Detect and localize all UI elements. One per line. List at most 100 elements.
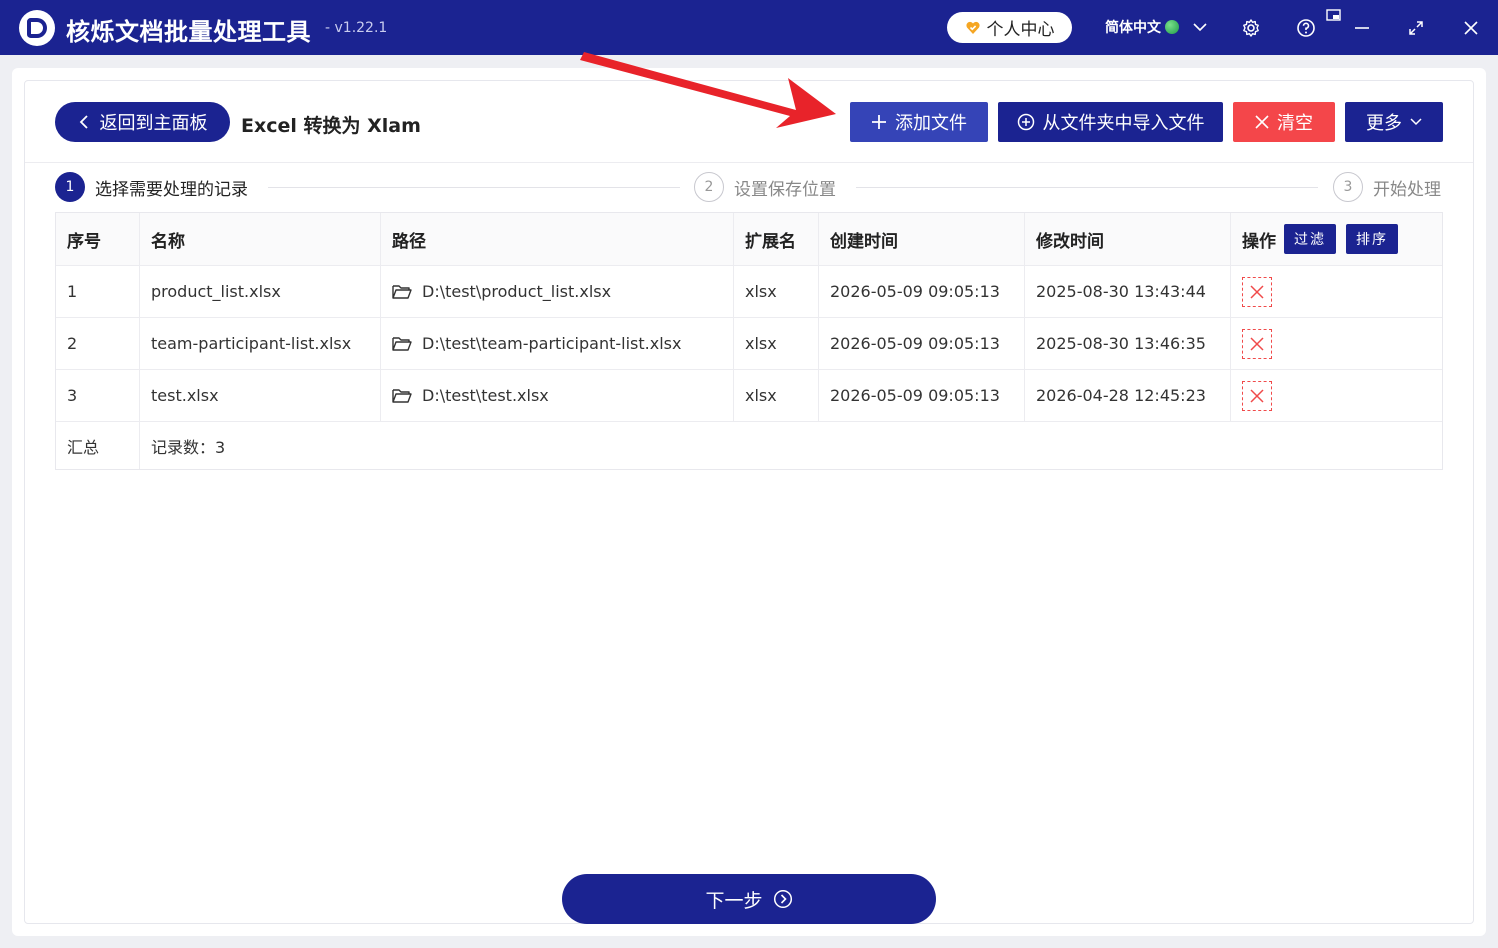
import-folder-button[interactable]: 从文件夹中导入文件 — [998, 102, 1223, 142]
delete-row-button[interactable] — [1242, 328, 1272, 359]
step-label: 设置保存位置 — [734, 179, 836, 200]
delete-icon — [1250, 336, 1264, 351]
language-selector[interactable]: 简体中文 — [1105, 17, 1209, 37]
help-button[interactable] — [1292, 14, 1320, 42]
user-center-label: 个人中心 — [986, 20, 1055, 40]
app-logo-icon — [19, 10, 55, 46]
folder-icon — [392, 284, 412, 299]
cell-name: test.xlsx — [140, 370, 381, 421]
sort-button[interactable]: 排序 — [1346, 224, 1398, 254]
cell-name: product_list.xlsx — [140, 266, 381, 317]
close-icon — [1464, 21, 1478, 35]
step-number: 3 — [1333, 172, 1363, 202]
circle-plus-icon — [1017, 113, 1034, 131]
col-ext: 扩展名 — [734, 213, 819, 265]
cell-actions — [1231, 370, 1442, 421]
content-panel — [24, 80, 1474, 924]
back-to-main-button[interactable]: 返回到主面板 — [55, 102, 230, 142]
col-created: 创建时间 — [819, 213, 1025, 265]
file-table: 序号 名称 路径 扩展名 创建时间 修改时间 操作 过滤 排序 1 produc… — [55, 212, 1443, 470]
minimize-icon — [1355, 27, 1369, 29]
cell-index: 1 — [56, 266, 140, 317]
heart-badge-icon — [965, 21, 980, 34]
cell-index: 2 — [56, 318, 140, 369]
cell-created: 2026-05-09 09:05:13 — [819, 266, 1025, 317]
settings-button[interactable] — [1237, 14, 1265, 42]
language-label: 简体中文 — [1105, 20, 1161, 36]
cell-created: 2026-05-09 09:05:13 — [819, 370, 1025, 421]
clear-button[interactable]: 清空 — [1233, 102, 1335, 142]
col-actions: 操作 过滤 排序 — [1231, 213, 1442, 265]
minimize-button[interactable] — [1348, 14, 1376, 42]
chevron-left-icon — [79, 115, 88, 129]
col-index: 序号 — [56, 213, 140, 265]
gear-icon — [1243, 19, 1259, 37]
summary-value: 记录数：3 — [151, 437, 226, 457]
x-icon — [1255, 115, 1269, 129]
table-row[interactable]: 2 team-participant-list.xlsx D:\test\tea… — [56, 318, 1442, 370]
actions-label: 操作 — [1242, 231, 1276, 252]
path-text: D:\test\test.xlsx — [422, 386, 549, 405]
cell-path[interactable]: D:\test\product_list.xlsx — [381, 266, 734, 317]
next-step-button[interactable]: 下一步 — [562, 874, 936, 924]
more-label: 更多 — [1366, 113, 1402, 133]
cell-ext: xlsx — [734, 370, 819, 421]
add-file-label: 添加文件 — [895, 113, 967, 133]
step-number: 1 — [55, 172, 85, 202]
col-name: 名称 — [140, 213, 381, 265]
maximize-icon — [1409, 21, 1423, 35]
step-number: 2 — [694, 172, 724, 202]
table-row[interactable]: 1 product_list.xlsx D:\test\product_list… — [56, 266, 1442, 318]
cell-modified: 2025-08-30 13:43:44 — [1025, 266, 1231, 317]
cell-created: 2026-05-09 09:05:13 — [819, 318, 1025, 369]
delete-row-button[interactable] — [1242, 276, 1272, 307]
back-label: 返回到主面板 — [99, 113, 208, 133]
more-button[interactable]: 更多 — [1345, 102, 1443, 142]
filter-button[interactable]: 过滤 — [1284, 224, 1336, 254]
import-folder-label: 从文件夹中导入文件 — [1042, 113, 1205, 133]
step-select-records: 1 选择需要处理的记录 — [55, 172, 248, 202]
clear-label: 清空 — [1277, 113, 1313, 133]
help-icon — [1297, 19, 1315, 37]
cell-modified: 2026-04-28 12:45:23 — [1025, 370, 1231, 421]
mini-mode-icon — [1326, 9, 1341, 21]
cell-path[interactable]: D:\test\team-participant-list.xlsx — [381, 318, 734, 369]
step-start-processing: 3 开始处理 — [1333, 172, 1441, 202]
col-path: 路径 — [381, 213, 734, 265]
page-title: Excel 转换为 Xlam — [241, 115, 421, 137]
delete-row-button[interactable] — [1242, 380, 1272, 411]
cell-ext: xlsx — [734, 266, 819, 317]
cell-actions — [1231, 266, 1442, 317]
step-connector — [856, 187, 1318, 188]
folder-icon — [392, 388, 412, 403]
globe-icon — [1165, 20, 1179, 34]
title-bar: 核烁文档批量处理工具 - v1.22.1 个人中心 简体中文 — [0, 0, 1498, 55]
table-header-row: 序号 名称 路径 扩展名 创建时间 修改时间 操作 过滤 排序 — [56, 213, 1442, 266]
close-window-button[interactable] — [1457, 14, 1485, 42]
summary-row: 汇总 记录数：3 — [56, 422, 1442, 469]
add-file-button[interactable]: 添加文件 — [850, 102, 988, 142]
cell-name: team-participant-list.xlsx — [140, 318, 381, 369]
cell-ext: xlsx — [734, 318, 819, 369]
app-version: - v1.22.1 — [325, 20, 388, 36]
path-text: D:\test\product_list.xlsx — [422, 282, 612, 301]
step-connector — [268, 187, 680, 188]
col-modified: 修改时间 — [1025, 213, 1231, 265]
cell-path[interactable]: D:\test\test.xlsx — [381, 370, 734, 421]
cell-actions — [1231, 318, 1442, 369]
header-divider — [25, 162, 1473, 163]
step-label: 开始处理 — [1373, 179, 1441, 200]
plus-icon — [872, 115, 886, 129]
mini-mode-button[interactable] — [1320, 2, 1348, 30]
step-label: 选择需要处理的记录 — [95, 179, 248, 200]
cell-modified: 2025-08-30 13:46:35 — [1025, 318, 1231, 369]
circle-arrow-right-icon — [773, 889, 792, 909]
table-row[interactable]: 3 test.xlsx D:\test\test.xlsx xlsx 2026-… — [56, 370, 1442, 422]
folder-icon — [392, 336, 412, 351]
user-center-button[interactable]: 个人中心 — [947, 12, 1072, 43]
chevron-down-icon — [1410, 118, 1422, 126]
chevron-down-icon — [1193, 23, 1207, 32]
maximize-button[interactable] — [1402, 14, 1430, 42]
next-label: 下一步 — [705, 890, 763, 912]
path-text: D:\test\team-participant-list.xlsx — [422, 334, 682, 353]
